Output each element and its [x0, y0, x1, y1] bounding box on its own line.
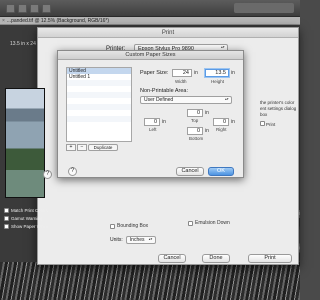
width-caption: Width — [175, 79, 187, 84]
height-field[interactable]: 13.5 — [205, 69, 229, 77]
show-paper-white-option[interactable]: Show Paper White — [4, 222, 48, 230]
print-help-button[interactable]: ? — [43, 170, 52, 179]
left-unit: in — [162, 119, 166, 125]
right-unit: in — [231, 119, 235, 125]
checkbox[interactable] — [4, 215, 9, 221]
units-label: Units: — [110, 237, 123, 243]
width-unit: in — [194, 70, 198, 76]
close-tab-icon[interactable]: × — [2, 17, 5, 24]
left-margin-field[interactable]: 0 — [144, 118, 160, 126]
units-select[interactable]: Inches — [125, 236, 156, 244]
app-toolbar — [0, 0, 300, 17]
print-button[interactable]: Print — [248, 254, 292, 263]
bottom-margin-field[interactable]: 0 — [187, 127, 203, 135]
emulsion-option[interactable]: Emulsion Down — [188, 220, 230, 226]
document-tab[interactable]: × ...panded.tif @ 12.5% (Background, RGB/… — [0, 17, 300, 25]
non-printable-area-select[interactable]: User Defined — [140, 96, 232, 104]
gamut-warning-option[interactable]: Gamut Warning — [4, 214, 48, 222]
bottom-unit: in — [205, 128, 209, 134]
sheet-title: Custom Paper Sizes — [58, 51, 243, 60]
tool-icon[interactable] — [18, 4, 27, 13]
cancel-button[interactable]: Cancel — [158, 254, 186, 263]
document-tab-title: ...panded.tif @ 12.5% (Background, RGB/1… — [6, 18, 109, 24]
right-caption: Right — [216, 127, 227, 132]
done-button[interactable]: Done — [202, 254, 230, 263]
ok-button[interactable]: OK — [208, 167, 234, 176]
remove-size-button[interactable]: − — [77, 144, 87, 151]
checkbox[interactable] — [260, 121, 265, 126]
sheet-help-button[interactable]: ? — [68, 167, 77, 176]
top-caption: Top — [191, 118, 199, 123]
width-field[interactable]: 24 — [172, 69, 192, 77]
checkbox[interactable] — [188, 220, 193, 226]
height-caption: Height — [211, 79, 225, 84]
color-options: Match Print Colors Gamut Warning Show Pa… — [4, 206, 48, 230]
list-empty-row — [67, 122, 131, 128]
list-buttons: + − Duplicate — [66, 144, 118, 151]
match-print-colors-option[interactable]: Match Print Colors — [4, 206, 48, 214]
toolbar-icons — [6, 4, 51, 13]
bounding-box-option[interactable]: Bounding Box — [110, 223, 148, 229]
checkbox[interactable] — [4, 223, 9, 229]
top-margin-field[interactable]: 0 — [187, 109, 203, 117]
sheet-cancel-button[interactable]: Cancel — [176, 167, 204, 176]
add-size-button[interactable]: + — [66, 144, 76, 151]
height-unit: in — [231, 70, 235, 76]
tool-icon[interactable] — [30, 4, 39, 13]
print-preview-image — [5, 88, 45, 198]
print-checkbox-row[interactable]: Print — [260, 121, 298, 128]
checkbox[interactable] — [4, 207, 9, 213]
checkbox[interactable] — [110, 223, 115, 229]
right-margin-field[interactable]: 0 — [213, 118, 229, 126]
color-handling-note: the printer's color ent settings dialog … — [260, 100, 298, 128]
paper-size-list[interactable]: Untitled Untitled 1 — [66, 67, 132, 142]
toolbar-search-field[interactable] — [234, 3, 294, 13]
top-unit: in — [205, 110, 209, 116]
units-row: Units: Inches — [110, 236, 156, 244]
bottom-caption: Bottom — [189, 136, 204, 141]
tool-icon[interactable] — [42, 4, 51, 13]
tool-icon[interactable] — [6, 4, 15, 13]
print-dialog-buttons: Cancel Done Print — [38, 254, 300, 264]
non-printable-area-label: Non-Printable Area: — [140, 88, 188, 94]
custom-paper-sizes-sheet: Custom Paper Sizes Untitled Untitled 1 +… — [57, 50, 244, 178]
paper-size-label: Paper Size: — [140, 70, 169, 76]
print-dialog-title: Print — [38, 28, 298, 38]
duplicate-button[interactable]: Duplicate — [88, 144, 118, 151]
canvas-image-fragment — [0, 262, 300, 300]
left-caption: Left — [149, 127, 157, 132]
